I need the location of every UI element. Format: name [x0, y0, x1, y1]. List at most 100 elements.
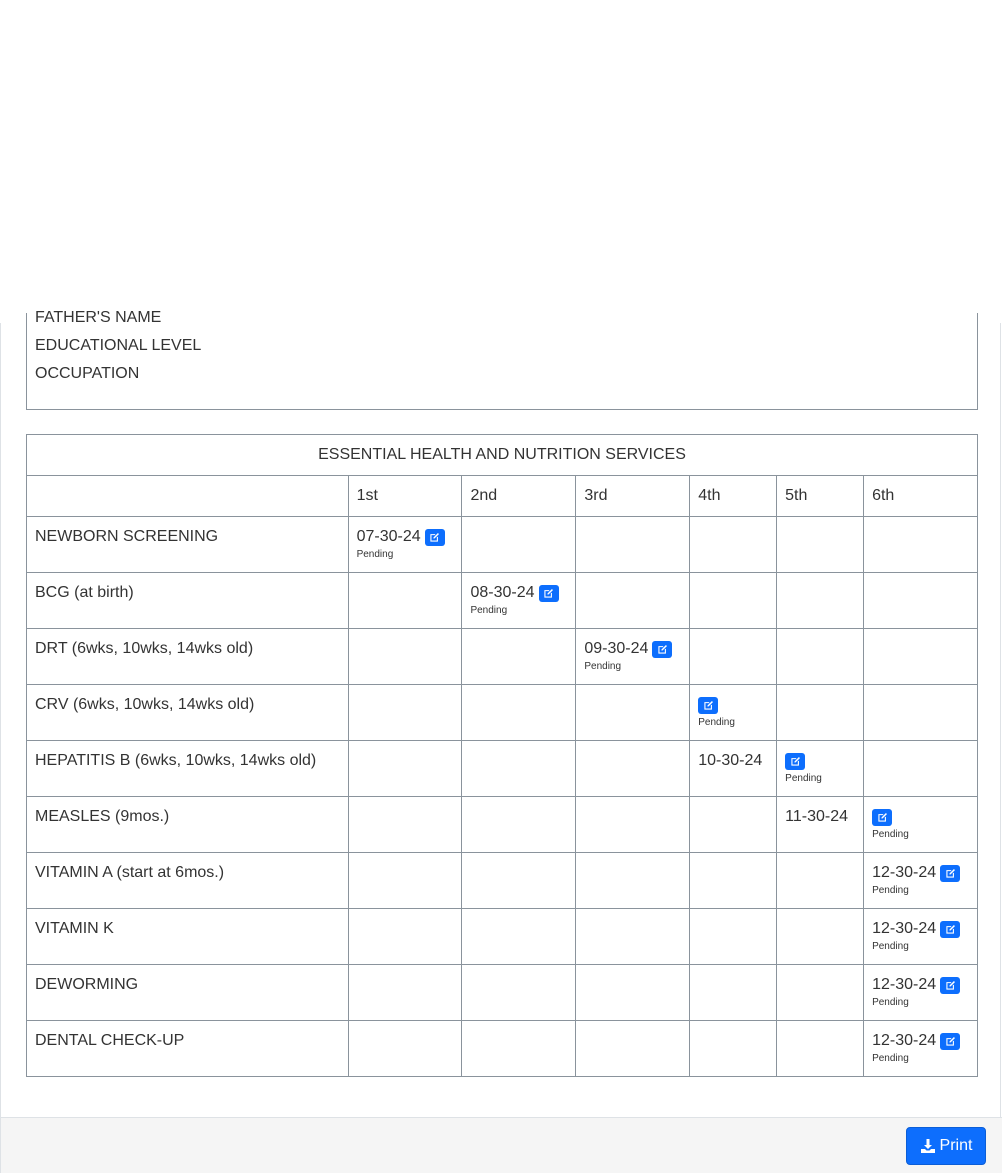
dose-entry: 12-30-24: [872, 920, 969, 938]
dose-entry: [698, 696, 768, 714]
dose-cell: 12-30-24 Pending: [863, 908, 978, 965]
status-text: Pending: [584, 661, 622, 672]
dose-cell: [347, 964, 463, 1021]
edit-button[interactable]: [785, 752, 806, 770]
dose-entry: [872, 808, 969, 826]
edit-button[interactable]: [940, 976, 961, 994]
services-table: ESSENTIAL HEALTH AND NUTRITION SERVICES …: [26, 434, 978, 1077]
status-text: Pending: [356, 549, 394, 560]
dose-cell: [347, 1020, 463, 1077]
dose-cell: [461, 516, 577, 573]
dose-cell: [347, 684, 463, 741]
print-button[interactable]: Print: [906, 1127, 986, 1165]
status-text: Pending: [872, 829, 909, 840]
dose-date: 12-30-24: [872, 1032, 937, 1049]
print-label: Print: [939, 1137, 973, 1154]
modal-footer: Print: [1, 1117, 1002, 1173]
dose-date: 09-30-24: [584, 640, 649, 657]
edit-button[interactable]: [424, 528, 445, 546]
dose-cell: Pending: [776, 740, 865, 797]
dose-cell: [347, 796, 463, 853]
table-row: DEWORMING 12-30-24 Pending: [26, 964, 978, 1021]
dose-cell: [863, 628, 978, 685]
table-row: DENTAL CHECK-UP 12-30-24 Pending: [26, 1020, 978, 1077]
table-row: BCG (at birth) 08-30-24 Pending: [26, 572, 978, 629]
edit-button[interactable]: [652, 640, 673, 658]
dose-cell: [689, 516, 778, 573]
dose-cell: [689, 572, 778, 629]
dose-cell: [347, 628, 463, 685]
dose-cell: [575, 796, 691, 853]
blank-header-cell: [26, 475, 349, 517]
status-text: Pending: [872, 885, 909, 896]
parent-info-box: FATHER'S NAME EDUCATIONAL LEVEL OCCUPATI…: [26, 309, 978, 410]
dose-cell: 08-30-24 Pending: [461, 572, 577, 629]
dose-cell: 12-30-24 Pending: [863, 1020, 978, 1077]
edit-button[interactable]: [872, 808, 893, 826]
dose-cell: [461, 964, 577, 1021]
dose-header: 5th: [776, 475, 865, 517]
dose-cell: [689, 852, 778, 909]
dose-entry: 08-30-24: [470, 584, 567, 602]
edit-icon: [877, 812, 887, 822]
dose-cell: Pending: [863, 796, 978, 853]
dose-cell: [575, 964, 691, 1021]
status-text: Pending: [872, 997, 909, 1008]
service-label: VITAMIN A (start at 6mos.): [26, 852, 349, 909]
dose-cell: [461, 908, 577, 965]
dose-cell: [776, 684, 865, 741]
edit-icon: [544, 588, 553, 598]
download-icon: [920, 1139, 935, 1153]
dose-cell: [689, 964, 778, 1021]
dose-header: 2nd: [461, 475, 577, 517]
edit-icon: [430, 532, 440, 542]
edit-button[interactable]: [940, 1032, 961, 1050]
service-label: BCG (at birth): [26, 572, 349, 629]
edit-button[interactable]: [698, 696, 719, 714]
edit-button[interactable]: [940, 864, 961, 882]
dose-entry: 12-30-24: [872, 864, 969, 882]
dose-entry: 11-30-24: [785, 808, 855, 826]
edit-icon: [791, 756, 800, 766]
dose-cell: [776, 572, 865, 629]
dose-cell: [461, 852, 577, 909]
dose-cell: [575, 572, 691, 629]
dose-cell: [776, 1020, 865, 1077]
table-title: ESSENTIAL HEALTH AND NUTRITION SERVICES: [26, 434, 978, 476]
dose-date: 07-30-24: [356, 528, 421, 545]
dose-cell: [461, 628, 577, 685]
dose-cell: [575, 908, 691, 965]
service-label: MEASLES (9mos.): [26, 796, 349, 853]
service-label: DEWORMING: [26, 964, 349, 1021]
table-row: HEPATITIS B (6wks, 10wks, 14wks old) 10-3…: [26, 740, 978, 797]
dose-header: 4th: [689, 475, 778, 517]
dose-entry: 07-30-24: [357, 528, 454, 546]
dose-header: 1st: [347, 475, 463, 517]
dose-entry: [785, 752, 855, 770]
edit-icon: [946, 924, 955, 934]
dose-cell: [776, 964, 865, 1021]
modal-body: FATHER'S NAME EDUCATIONAL LEVEL OCCUPATI…: [0, 309, 1002, 1173]
dose-cell: [689, 628, 778, 685]
edit-button[interactable]: [940, 920, 961, 938]
dose-header: 3rd: [575, 475, 691, 517]
service-label: VITAMIN K: [26, 908, 349, 965]
dose-cell: [776, 908, 865, 965]
dose-cell: [863, 572, 978, 629]
dose-cell: [575, 852, 691, 909]
dose-cell: 09-30-24 Pending: [575, 628, 691, 685]
table-row: MEASLES (9mos.) 11-30-24 Pending: [26, 796, 978, 853]
dose-cell: Pending: [689, 684, 778, 741]
dose-cell: [863, 516, 978, 573]
dose-cell: [575, 516, 691, 573]
edit-icon: [658, 644, 667, 654]
fathers-name-label: FATHER'S NAME: [35, 309, 162, 326]
edit-icon: [946, 1036, 955, 1046]
dose-cell: 10-30-24: [689, 740, 778, 797]
dose-header-row: 1st 2nd 3rd 4th 5th 6th: [26, 475, 978, 517]
table-row: DRT (6wks, 10wks, 14wks old) 09-30-24 Pend…: [26, 628, 978, 685]
edit-button[interactable]: [538, 584, 559, 602]
dose-cell: [461, 740, 577, 797]
service-label: NEWBORN SCREENING: [26, 516, 349, 573]
status-text: Pending: [785, 773, 822, 784]
